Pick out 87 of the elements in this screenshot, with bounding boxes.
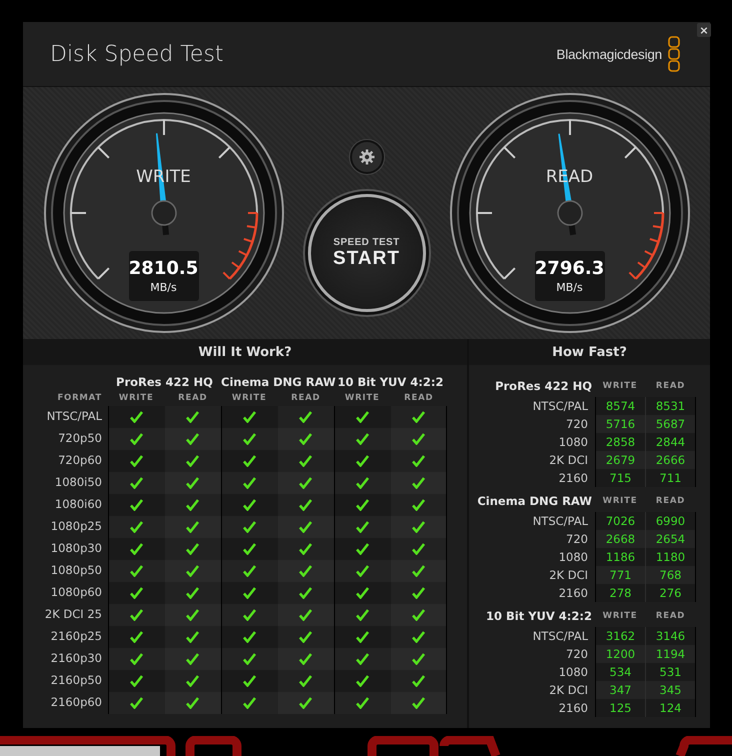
column-heading: READ [654, 495, 686, 508]
column-heading: READ [290, 392, 322, 405]
write-speed: 2858 [595, 433, 645, 451]
resolution-label: 1080 [558, 434, 589, 451]
read-speed: 5687 [645, 415, 696, 433]
speed-value: 2810.5 [128, 258, 198, 279]
read-speed: 768 [645, 566, 696, 584]
write-speed: 2679 [595, 451, 645, 469]
column-heading: READ [177, 392, 208, 405]
write-speed: 1200 [595, 645, 645, 663]
read-speed: 2844 [645, 433, 696, 451]
speed-unit: MB/s [150, 281, 177, 294]
read-speed: 2666 [645, 451, 696, 469]
format-label: 2K DCI 25 [44, 606, 103, 623]
format-label: 720p50 [57, 430, 103, 447]
format-label: 1080p30 [50, 540, 103, 557]
column-heading: FORMAT [56, 392, 103, 405]
read-speed: 345 [645, 681, 696, 699]
resolution-label: 1080 [558, 549, 589, 566]
resolution-label: 720 [565, 646, 589, 663]
column-heading: READ [403, 392, 434, 405]
column-heading: WRITE [602, 380, 638, 393]
read-speed: 8531 [645, 397, 696, 415]
format-label: 1080p60 [50, 584, 103, 601]
format-label: 2160p50 [50, 672, 103, 689]
format-label: NTSC/PAL [46, 408, 103, 425]
read-speed: 1194 [645, 645, 696, 663]
resolution-label: NTSC/PAL [532, 398, 589, 415]
read-speed: 2654 [645, 530, 696, 548]
format-label: 2160p60 [50, 694, 103, 711]
panel-title: How Fast? [552, 344, 627, 360]
read-speed: 124 [645, 699, 696, 717]
resolution-label: 1080 [558, 664, 589, 681]
format-label: 1080i50 [54, 474, 103, 491]
write-speed: 8574 [595, 397, 645, 415]
format-label: 1080p50 [50, 562, 103, 579]
column-heading: WRITE [230, 392, 268, 405]
resolution-label: NTSC/PAL [532, 513, 589, 530]
format-label: 2160p25 [50, 628, 103, 645]
speed-value: 2796.3 [534, 258, 604, 279]
read-speed: 3146 [645, 627, 696, 645]
column-heading: READ [654, 380, 686, 393]
resolution-label: 2160 [558, 585, 589, 602]
write-speed: 2668 [595, 530, 645, 548]
read-speed: 531 [645, 663, 696, 681]
codec-heading: 10 Bit YUV 4:2:2 [336, 375, 444, 389]
codec-heading: ProRes 422 HQ [494, 378, 593, 395]
write-speed: 534 [595, 663, 645, 681]
codec-heading: Cinema DNG RAW [221, 375, 334, 389]
codec-heading: Cinema DNG RAW [476, 493, 593, 510]
write-speed: 1186 [595, 548, 645, 566]
format-label: 1080p25 [50, 518, 103, 535]
read-speed: 6990 [645, 512, 696, 530]
write-speed: 125 [595, 699, 645, 717]
read-speed: 1180 [645, 548, 696, 566]
write-speed: 715 [595, 469, 645, 487]
resolution-label: 2K DCI [548, 567, 589, 584]
read-speed: 711 [645, 469, 696, 487]
format-label: 720p60 [57, 452, 103, 469]
column-heading: WRITE [602, 495, 638, 508]
resolution-label: 720 [565, 416, 589, 433]
read-speed: 276 [645, 584, 696, 602]
resolution-label: 720 [565, 531, 589, 548]
resolution-label: 2K DCI [548, 682, 589, 699]
column-heading: WRITE [602, 610, 638, 623]
format-label: 2160p30 [50, 650, 103, 667]
resolution-label: 2160 [558, 700, 589, 717]
column-heading: WRITE [118, 392, 155, 405]
write-speed: 278 [595, 584, 645, 602]
brand-name: Blackmagicdesign [556, 46, 662, 62]
codec-heading: ProRes 422 HQ [115, 375, 214, 389]
column-heading: READ [654, 610, 686, 623]
close-button[interactable]: × [697, 23, 711, 37]
codec-heading: 10 Bit YUV 4:2:2 [485, 608, 593, 625]
write-speed: 347 [595, 681, 645, 699]
write-speed: 3162 [595, 627, 645, 645]
column-heading: WRITE [344, 392, 381, 405]
speed-unit: MB/s [556, 281, 583, 294]
panel-title: Will It Work? [198, 344, 292, 360]
write-speed: 7026 [595, 512, 645, 530]
write-speed: 771 [595, 566, 645, 584]
write-speed: 5716 [595, 415, 645, 433]
format-label: 1080i60 [54, 496, 103, 513]
resolution-label: NTSC/PAL [532, 628, 589, 645]
window-title: Disk Speed Test [50, 42, 224, 66]
resolution-label: 2K DCI [548, 452, 589, 469]
resolution-label: 2160 [558, 470, 589, 487]
